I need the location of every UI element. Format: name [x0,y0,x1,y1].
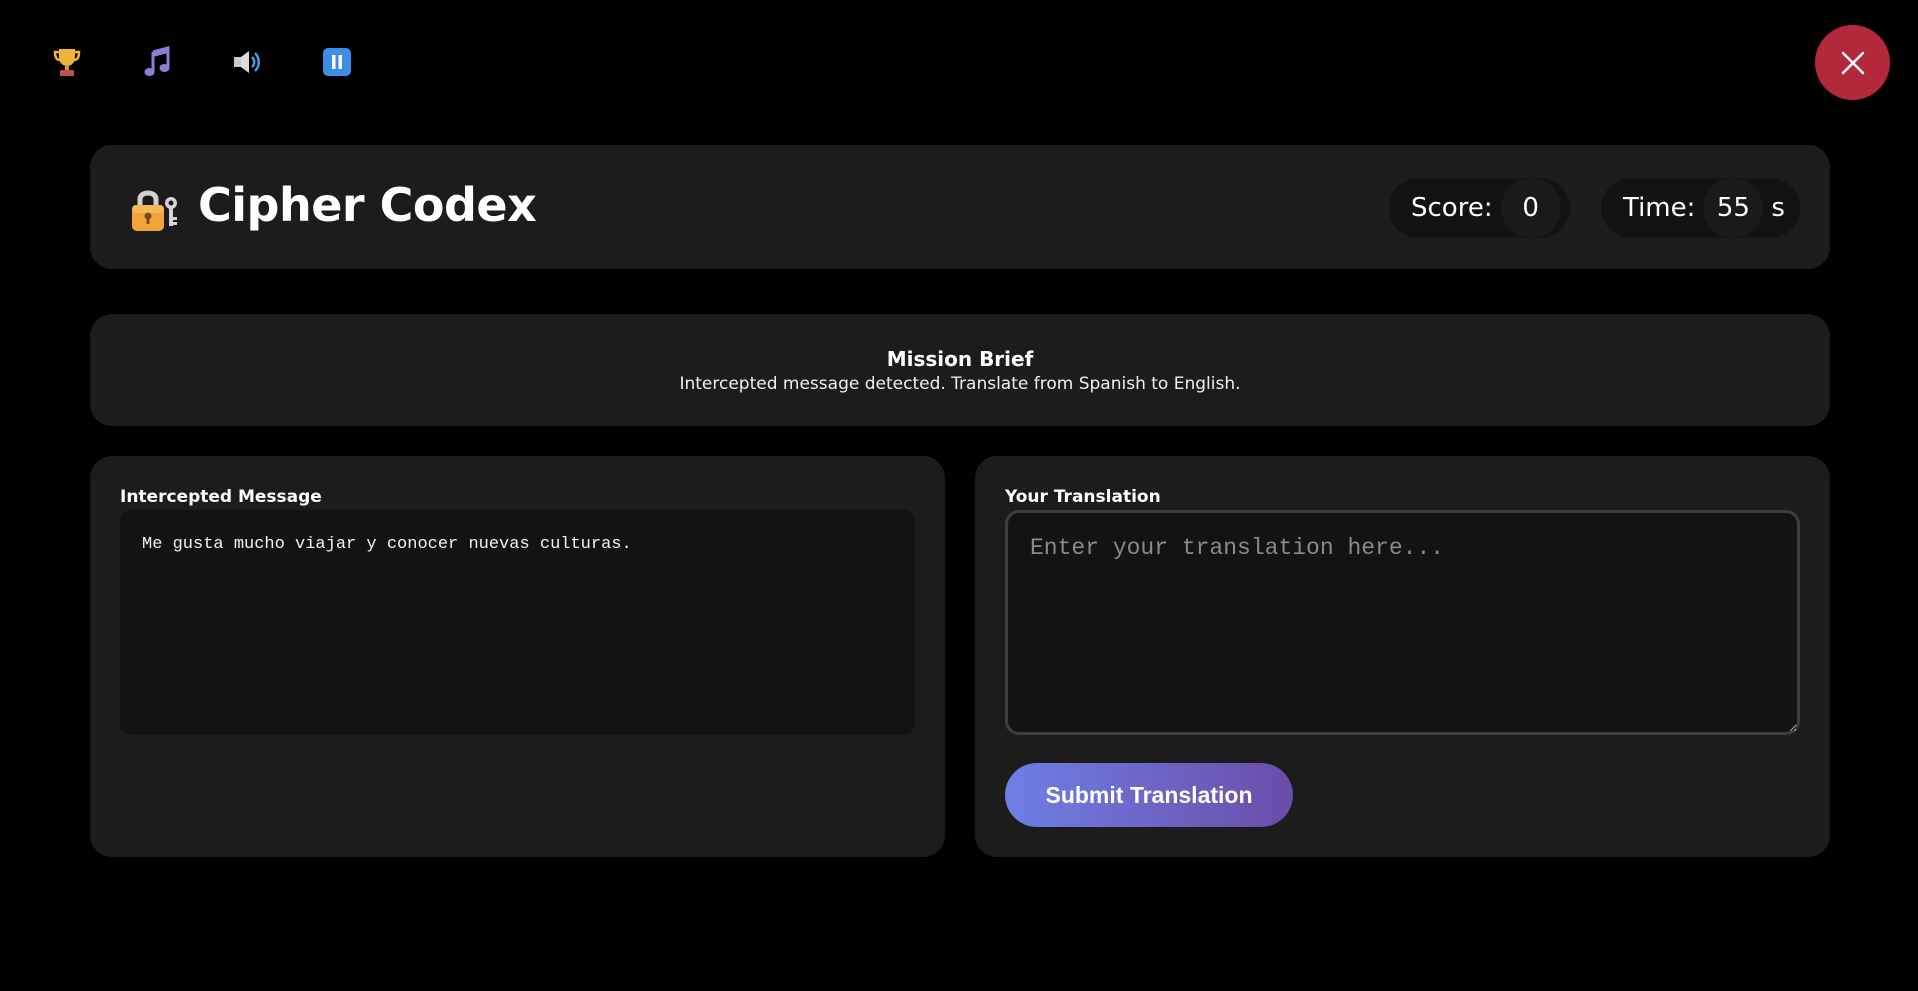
score-value: 0 [1500,178,1561,238]
score-display: Score: 0 [1389,178,1570,238]
submit-translation-button[interactable]: Submit Translation [1005,763,1293,827]
mission-brief-text: Intercepted message detected. Translate … [679,374,1241,394]
time-value: 55 [1703,178,1764,238]
lock-key-icon [128,183,180,235]
top-toolbar [0,0,1918,130]
score-label: Score: [1411,193,1493,223]
translation-label: Your Translation [1005,487,1161,507]
mission-brief: Mission Brief Intercepted message detect… [90,314,1830,426]
trophy-icon[interactable] [47,42,87,82]
translation-input[interactable] [1005,510,1800,735]
timer-display: Time: 55 s [1601,178,1800,238]
music-icon[interactable] [137,42,177,82]
mission-brief-title: Mission Brief [886,347,1034,371]
game-header: Cipher Codex Score: 0 Time: 55 s [90,145,1830,269]
sound-icon[interactable] [227,42,267,82]
close-button[interactable] [1815,25,1890,100]
translation-card: Your Translation Submit Translation [975,456,1830,857]
intercepted-message-label: Intercepted Message [120,487,322,507]
game-title: Cipher Codex [198,178,537,232]
pause-icon[interactable] [317,42,357,82]
time-label: Time: [1623,193,1696,223]
time-unit: s [1771,193,1785,223]
intercepted-message-card: Intercepted Message Me gusta mucho viaja… [90,456,945,857]
close-icon [1841,51,1864,74]
intercepted-message-text: Me gusta mucho viajar y conocer nuevas c… [120,510,915,735]
